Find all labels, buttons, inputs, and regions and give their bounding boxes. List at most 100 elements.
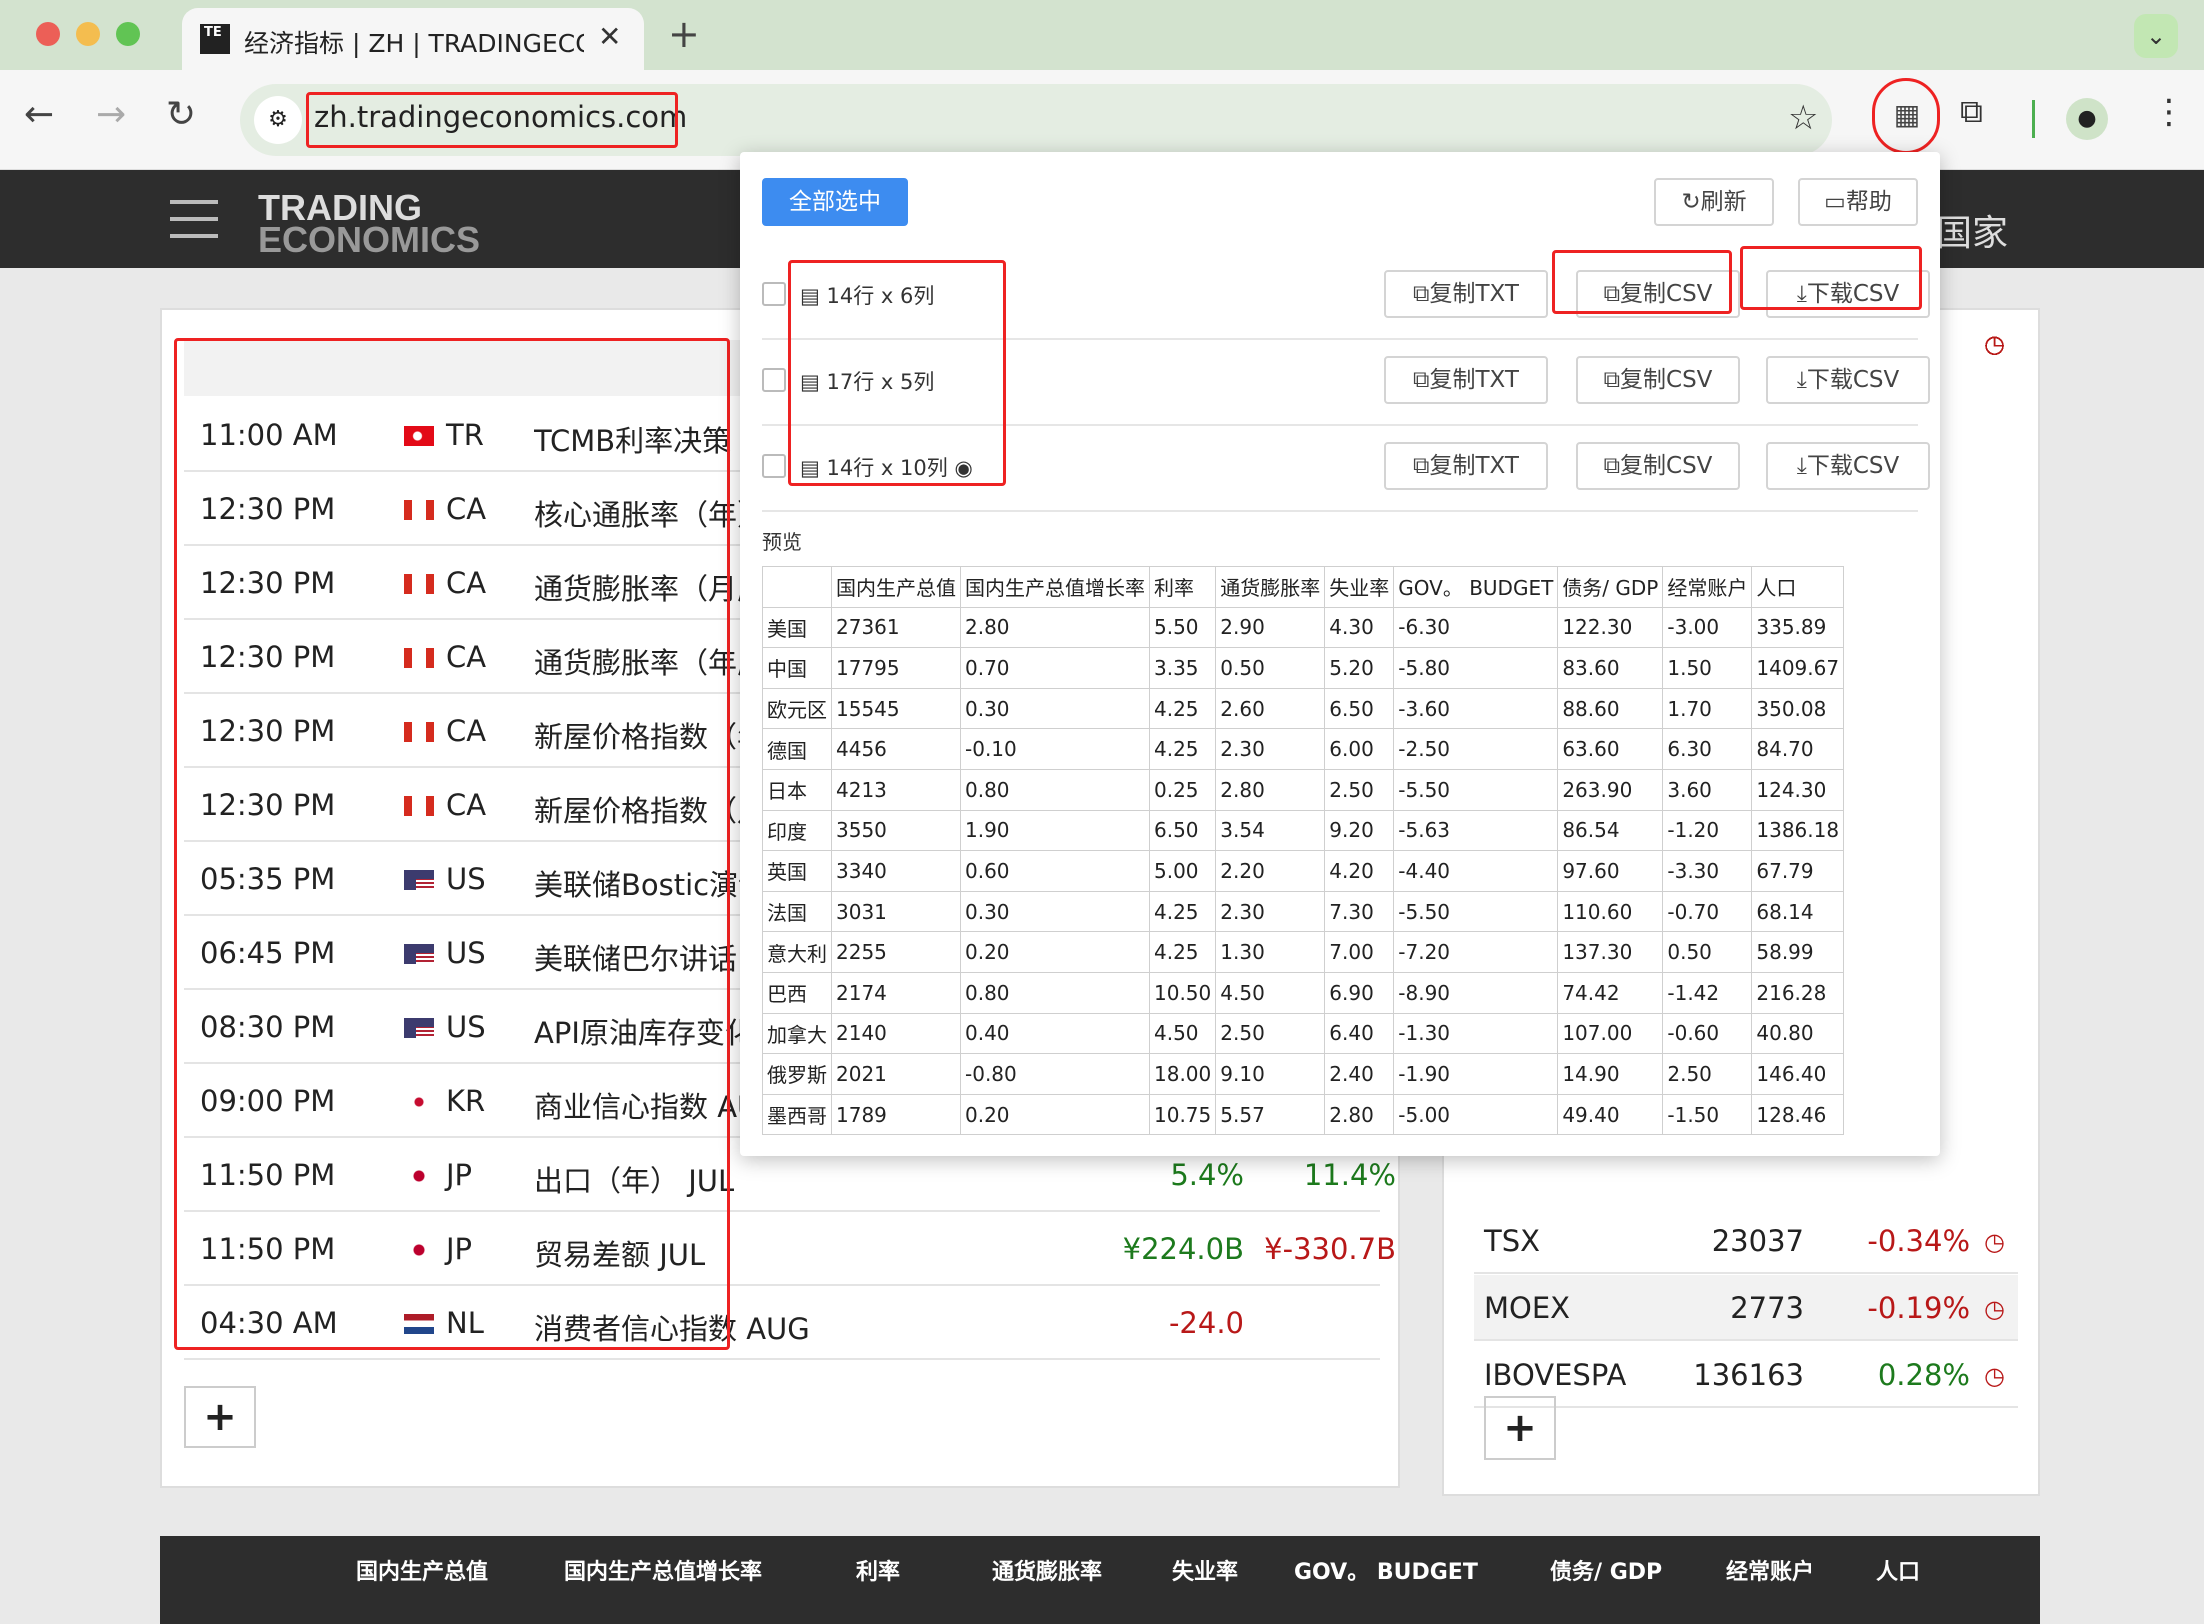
calendar-more-button[interactable]: + xyxy=(184,1386,256,1448)
market-row[interactable]: MOEX 2773 -0.19% ◷ xyxy=(1474,1275,2018,1341)
copy-icon: ⧉ xyxy=(1603,367,1621,393)
copy-txt-button[interactable]: ⧉复制TXT xyxy=(1384,356,1548,404)
preview-value-cell: -4.40 xyxy=(1393,850,1559,892)
indicator-column-header[interactable]: 债务/ GDP xyxy=(1550,1554,1662,1586)
extensions-puzzle-icon[interactable]: ⧉ xyxy=(1960,92,1983,131)
preview-value-cell: 3.54 xyxy=(1215,809,1326,852)
indicator-column-header[interactable]: 国内生产总值 xyxy=(356,1554,488,1586)
tab-title: 经济指标 | ZH | TRADINGECONOMICS xyxy=(244,29,584,58)
indicator-column-header[interactable]: 国内生产总值增长率 xyxy=(564,1554,762,1586)
event-forecast: 11.4% xyxy=(1303,1158,1396,1192)
preview-value-cell: -3.60 xyxy=(1393,687,1559,730)
preview-value-cell: 350.08 xyxy=(1751,687,1845,730)
select-all-button[interactable]: 全部选中 xyxy=(762,178,908,226)
indicator-column-header[interactable]: 失业率 xyxy=(1172,1554,1238,1586)
indicator-column-header[interactable]: GOV。 BUDGET xyxy=(1294,1554,1478,1586)
download-icon: ⤓ xyxy=(1796,367,1807,393)
preview-value-cell: 0.20 xyxy=(960,931,1150,973)
preview-country-cell: 俄罗斯 xyxy=(762,1053,832,1095)
extension-highlight-ring xyxy=(1872,78,1940,154)
preview-value-cell: 17795 xyxy=(831,647,961,689)
profile-avatar-icon[interactable]: ● xyxy=(2066,98,2108,140)
preview-country-cell: 美国 xyxy=(762,606,832,649)
preview-value-cell: 68.14 xyxy=(1751,890,1845,933)
indicator-column-header[interactable]: 经常账户 xyxy=(1726,1554,1814,1586)
refresh-button[interactable]: ↻刷新 xyxy=(1654,178,1774,226)
nav-countries-link[interactable]: 国家 xyxy=(1936,204,2008,256)
help-button[interactable]: ▭帮助 xyxy=(1798,178,1918,226)
market-name[interactable]: MOEX xyxy=(1484,1291,1570,1325)
preview-value-cell: -2.50 xyxy=(1393,728,1559,770)
copy-csv-button[interactable]: ⧉复制CSV xyxy=(1576,442,1740,490)
indicator-column-header[interactable]: 通货膨胀率 xyxy=(992,1554,1102,1586)
preview-value-cell: 0.20 xyxy=(960,1093,1150,1136)
download-csv-label: 下载CSV xyxy=(1806,453,1900,479)
download-csv-button[interactable]: ⤓下载CSV xyxy=(1766,442,1930,490)
preview-value-cell: -5.63 xyxy=(1393,809,1559,852)
preview-value-cell: 6.50 xyxy=(1324,687,1395,730)
copy-txt-button[interactable]: ⧉复制TXT xyxy=(1384,442,1548,490)
preview-value-cell: -5.80 xyxy=(1393,647,1559,689)
preview-value-cell: -1.50 xyxy=(1662,1093,1753,1136)
table-checkbox[interactable] xyxy=(762,368,786,392)
preview-value-cell: 5.50 xyxy=(1148,606,1217,649)
preview-value-cell: 5.57 xyxy=(1215,1093,1326,1136)
indicator-column-header[interactable]: 人口 xyxy=(1876,1554,1920,1586)
new-tab-icon[interactable]: + xyxy=(668,12,700,56)
preview-value-cell: 2.30 xyxy=(1215,890,1326,933)
site-logo[interactable]: TRADING ECONOMICS xyxy=(258,190,480,258)
preview-value-cell: 2021 xyxy=(831,1053,961,1095)
preview-value-cell: 1.70 xyxy=(1662,687,1753,730)
table-checkbox[interactable] xyxy=(762,454,786,478)
event-forecast: ¥-330.7B xyxy=(1264,1232,1396,1266)
markets-more-button[interactable]: + xyxy=(1484,1396,1556,1460)
refresh-icon: ↻ xyxy=(1681,189,1701,215)
event-actual: 5.4% xyxy=(1170,1158,1244,1192)
preview-value-cell: 18.00 xyxy=(1148,1053,1217,1095)
address-bar[interactable]: ⚙ zh.tradingeconomics.com ☆ xyxy=(240,84,1832,156)
tab-search-chevron-icon[interactable]: ⌄ xyxy=(2134,14,2178,58)
preview-column-header: 失业率 xyxy=(1324,566,1395,608)
window-maximize-button[interactable] xyxy=(116,22,140,46)
window-close-button[interactable] xyxy=(36,22,60,46)
reload-icon[interactable]: ↻ xyxy=(166,94,196,135)
site-settings-icon[interactable]: ⚙ xyxy=(254,96,302,144)
copy-csv-button[interactable]: ⧉复制CSV xyxy=(1576,356,1740,404)
market-name[interactable]: IBOVESPA xyxy=(1484,1358,1626,1392)
preview-value-cell: 4.50 xyxy=(1148,1012,1217,1055)
hamburger-menu-icon[interactable] xyxy=(170,200,218,238)
preview-value-cell: 2.50 xyxy=(1215,1012,1326,1055)
preview-value-cell: -3.00 xyxy=(1662,606,1753,649)
download-csv-button[interactable]: ⤓下载CSV xyxy=(1766,356,1930,404)
preview-label: 预览 xyxy=(762,530,802,554)
tab-close-icon[interactable]: ✕ xyxy=(598,20,621,53)
indicator-column-header[interactable]: 利率 xyxy=(856,1554,900,1586)
copy-icon: ⧉ xyxy=(1413,281,1430,307)
clock-icon: ◷ xyxy=(1984,1295,2005,1323)
preview-value-cell: 3031 xyxy=(831,890,961,933)
preview-value-cell: -0.10 xyxy=(960,728,1150,770)
forward-arrow-icon[interactable]: → xyxy=(96,94,126,135)
window-minimize-button[interactable] xyxy=(76,22,100,46)
back-arrow-icon[interactable]: ← xyxy=(24,94,54,135)
browser-menu-icon[interactable]: ⋮ xyxy=(2152,92,2186,132)
preview-value-cell: -0.80 xyxy=(960,1053,1150,1095)
preview-column-header: 利率 xyxy=(1148,566,1217,608)
preview-value-cell: 9.20 xyxy=(1324,809,1395,852)
preview-value-cell: 110.60 xyxy=(1557,890,1664,933)
preview-value-cell: 0.50 xyxy=(1215,647,1326,689)
bookmark-star-icon[interactable]: ☆ xyxy=(1788,98,1818,138)
copy-txt-button[interactable]: ⧉复制TXT xyxy=(1384,270,1548,318)
url-highlight-box xyxy=(306,92,678,148)
market-name[interactable]: TSX xyxy=(1484,1224,1540,1258)
preview-value-cell: 4.20 xyxy=(1324,850,1395,892)
preview-value-cell: -3.30 xyxy=(1662,850,1753,892)
preview-row: 巴西 2174 0.80 10.50 4.50 6.90 -8.90 74.42 -1.42 21… xyxy=(762,971,1845,1014)
table-checkbox[interactable] xyxy=(762,282,786,306)
preview-value-cell: 4213 xyxy=(831,768,961,811)
market-row[interactable]: TSX 23037 -0.34% ◷ xyxy=(1474,1208,2018,1274)
clock-icon: ◷ xyxy=(1984,1228,2005,1256)
indicators-table-header: 国内生产总值 国内生产总值增长率 利率 通货膨胀率 失业率 GOV。 BUDGET 债务/ … xyxy=(160,1536,2040,1624)
preview-value-cell: 2.50 xyxy=(1324,768,1395,811)
browser-tab[interactable]: TE 经济指标 | ZH | TRADINGECONOMICS ✕ xyxy=(182,8,644,70)
